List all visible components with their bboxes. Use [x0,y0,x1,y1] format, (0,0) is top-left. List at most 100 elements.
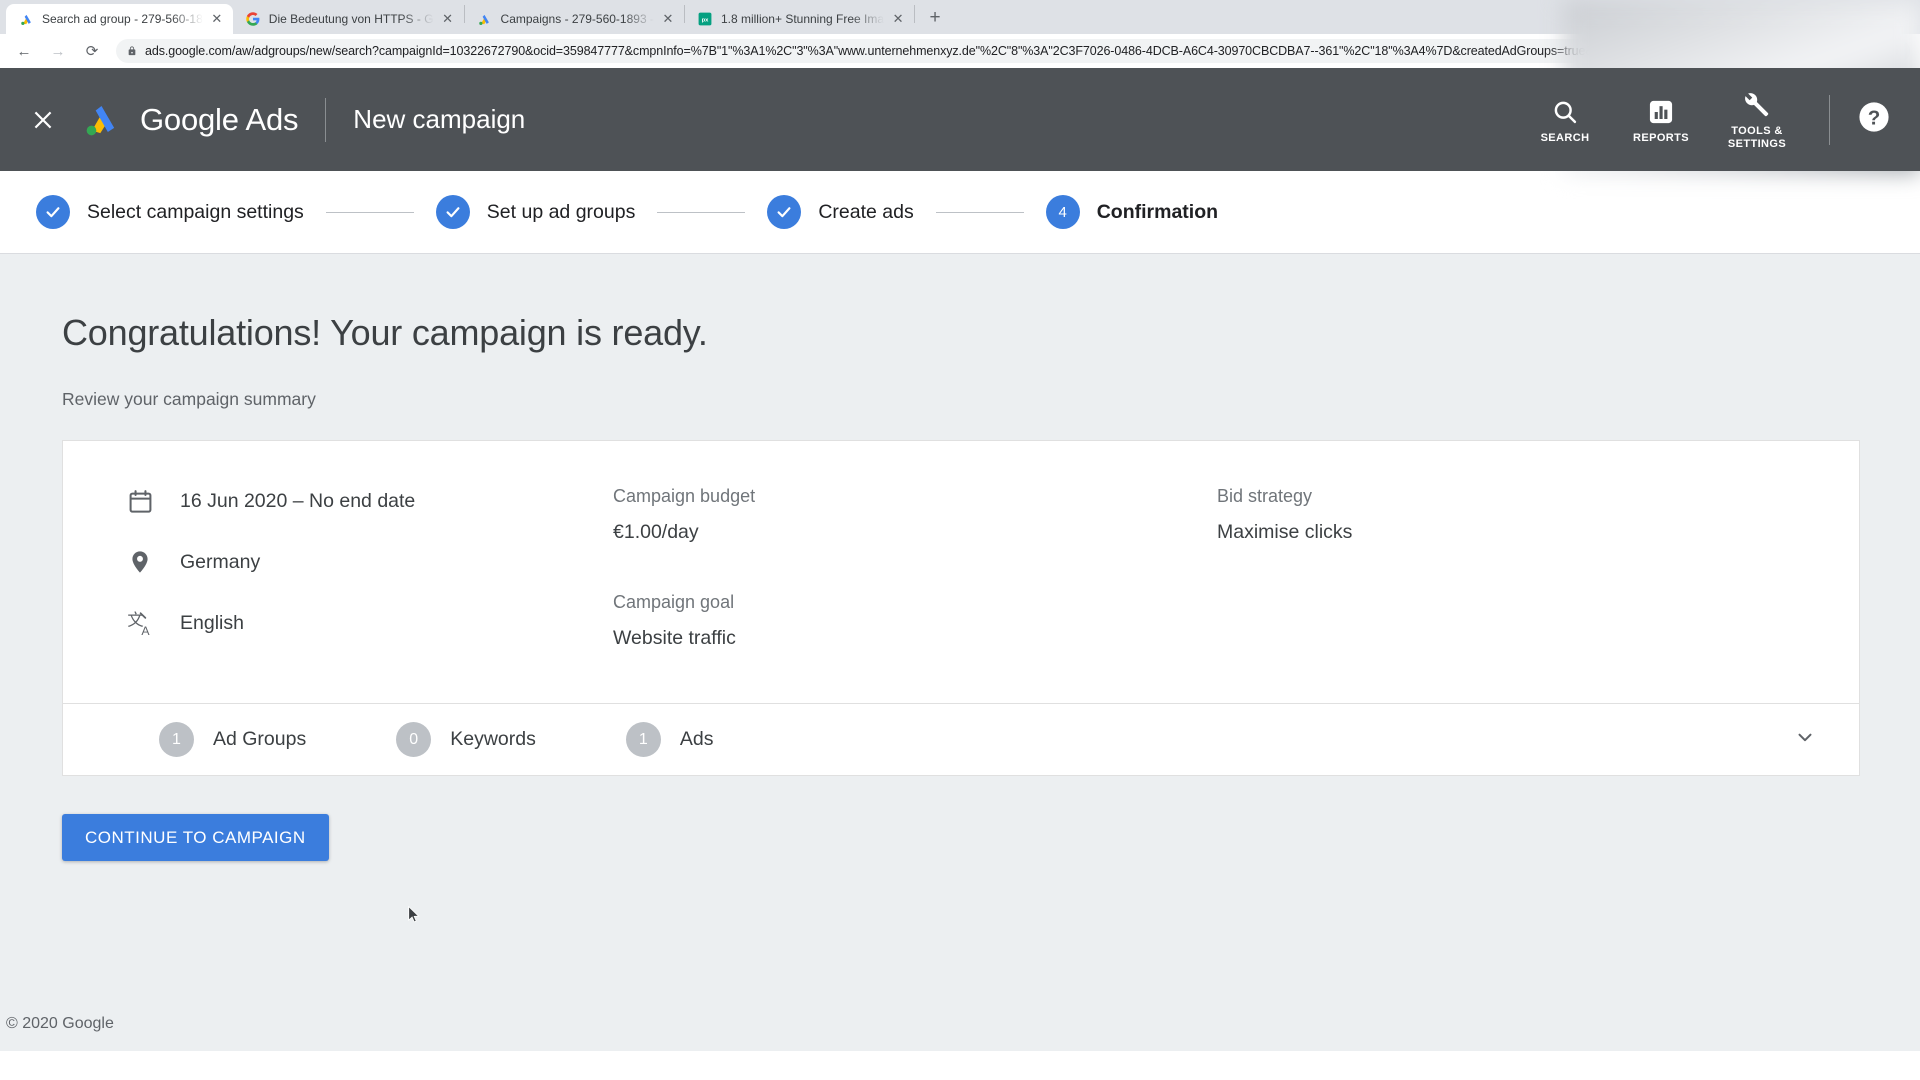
url-text: ads.google.com/aw/adgroups/new/search?ca… [145,44,1745,58]
close-campaign-button[interactable] [22,99,64,141]
step-complete-check-icon [435,195,470,229]
step-label: Set up ad groups [486,200,636,223]
reports-button[interactable]: REPORTS [1621,95,1701,145]
back-icon[interactable]: ← [10,37,38,65]
browser-tabstrip: Search ad group - 279-560-18 ✕ Die Bedeu… [0,0,1920,34]
reports-button-label: REPORTS [1633,131,1689,144]
campaign-date-range: 16 Jun 2020 – No end date [180,489,416,512]
browser-tab[interactable]: px 1.8 million+ Stunning Free Ima ✕ [685,4,914,34]
keywords-count-badge: 0 [396,722,432,757]
campaign-budget-value: €1.00/day [613,521,699,543]
step-label: Confirmation [1096,200,1219,223]
campaign-goal-value: Website traffic [613,627,736,649]
translate-icon: 文 A [125,608,155,638]
copyright-text: © 2020 Google [6,1015,114,1032]
header-action-divider [1829,94,1830,145]
ads-label: Ads [679,728,714,750]
calendar-icon [125,486,155,516]
tab-title: Search ad group - 279-560-18 [42,12,203,26]
stat-ads: 1 Ads [625,722,714,757]
summary-date-row: 16 Jun 2020 – No end date [125,486,613,516]
summary-column-right: Bid strategy Maximise clicks [1217,486,1777,657]
campaign-goal-group: Campaign goal Website traffic [613,592,1217,650]
chevron-down-icon [1794,726,1816,753]
google-ads-icon [18,11,34,27]
svg-text:A: A [141,624,150,637]
step-connector [935,211,1024,213]
campaign-budget-group: Campaign budget €1.00/day [613,486,1217,544]
summary-card-top: 16 Jun 2020 – No end date Germany 文 A En… [63,441,1859,703]
summary-language-row: 文 A English [125,608,613,638]
browser-omnibar: ← → ⟳ ads.google.com/aw/adgroups/new/sea… [0,34,1920,68]
url-bar[interactable]: ads.google.com/aw/adgroups/new/search?ca… [116,39,1910,63]
svg-text:px: px [702,18,710,24]
step-select-campaign-settings[interactable]: Select campaign settings [36,195,304,229]
browser-tab[interactable]: Campaigns - 279-560-1893 - ✕ [465,4,684,34]
reload-icon[interactable]: ⟳ [78,37,106,65]
tools-settings-button[interactable]: TOOLS & SETTINGS [1717,88,1797,151]
browser-tab[interactable]: Search ad group - 279-560-18 ✕ [6,4,233,34]
tools-label-line2: SETTINGS [1727,138,1787,150]
pexels-icon: px [697,11,713,27]
campaign-goal-label: Campaign goal [613,592,735,612]
google-g-icon [245,11,261,27]
step-label: Select campaign settings [87,200,304,223]
help-circle-icon: ? [1857,100,1891,139]
browser-chrome: Search ad group - 279-560-18 ✕ Die Bedeu… [0,0,1920,173]
reports-icon [1647,95,1675,129]
step-connector [657,211,746,213]
tab-title: Campaigns - 279-560-1893 - [500,12,654,26]
expand-summary-button[interactable] [1785,720,1825,760]
tab-title: Die Bedeutung von HTTPS - G [268,12,434,26]
campaign-language: English [180,611,244,634]
search-button[interactable]: SEARCH [1525,95,1605,145]
help-button[interactable]: ? [1852,98,1896,142]
campaign-budget-label: Campaign budget [613,486,756,506]
page-action-icon[interactable] [1884,43,1900,59]
mouse-cursor [408,905,420,923]
brand-name: Google Ads [140,101,299,137]
campaign-stepper: Select campaign settings Set up ad group… [0,171,1920,254]
search-button-label: SEARCH [1540,131,1590,144]
summary-subheading: Review your campaign summary [62,389,316,409]
step-number-badge: 4 [1045,195,1080,229]
new-tab-button[interactable]: + [921,4,949,32]
google-ads-logo-icon [78,99,124,141]
step-confirmation[interactable]: 4 Confirmation [1045,195,1219,229]
tools-settings-button-label: TOOLS & SETTINGS [1728,125,1786,151]
continue-to-campaign-button[interactable]: CONTINUE TO CAMPAIGN [62,814,329,861]
tab-close-icon[interactable]: ✕ [890,11,906,27]
summary-location-row: Germany [125,547,613,577]
ad-groups-label: Ad Groups [213,728,307,750]
bid-strategy-label: Bid strategy [1217,486,1313,506]
ad-groups-count-badge: 1 [159,722,194,757]
tab-close-icon[interactable]: ✕ [660,11,676,27]
search-icon [1551,95,1579,129]
step-create-ads[interactable]: Create ads [767,195,914,229]
lock-icon [126,45,138,57]
congratulations-headline: Congratulations! Your campaign is ready. [62,312,708,353]
ads-count-badge: 1 [625,722,661,757]
browser-tab[interactable]: Die Bedeutung von HTTPS - G ✕ [233,4,464,34]
step-complete-check-icon [36,195,70,229]
main-content: Congratulations! Your campaign is ready.… [0,254,1920,1051]
tab-title: 1.8 million+ Stunning Free Ima [720,12,885,26]
stat-keywords: 0 Keywords [396,722,536,757]
summary-card-bottom[interactable]: 1 Ad Groups 0 Keywords 1 Ads [63,703,1859,775]
step-set-up-ad-groups[interactable]: Set up ad groups [435,195,636,229]
tab-separator [914,5,916,23]
bid-strategy-value: Maximise clicks [1217,521,1353,543]
tab-close-icon[interactable]: ✕ [440,11,456,27]
forward-icon[interactable]: → [44,37,72,65]
step-connector [325,211,414,213]
summary-column-middle: Campaign budget €1.00/day Campaign goal … [613,486,1217,657]
campaign-location: Germany [180,550,261,573]
tab-close-icon[interactable]: ✕ [209,11,225,27]
header-divider [325,97,327,142]
google-ads-icon [477,11,493,27]
summary-column-left: 16 Jun 2020 – No end date Germany 文 A En… [63,486,613,657]
app-header: Google Ads New campaign SEARCH REPORTS T… [0,68,1920,171]
page-footer: © 2020 Google [0,1015,1920,1051]
campaign-summary-card: 16 Jun 2020 – No end date Germany 文 A En… [62,440,1860,776]
wrench-icon [1742,88,1772,122]
